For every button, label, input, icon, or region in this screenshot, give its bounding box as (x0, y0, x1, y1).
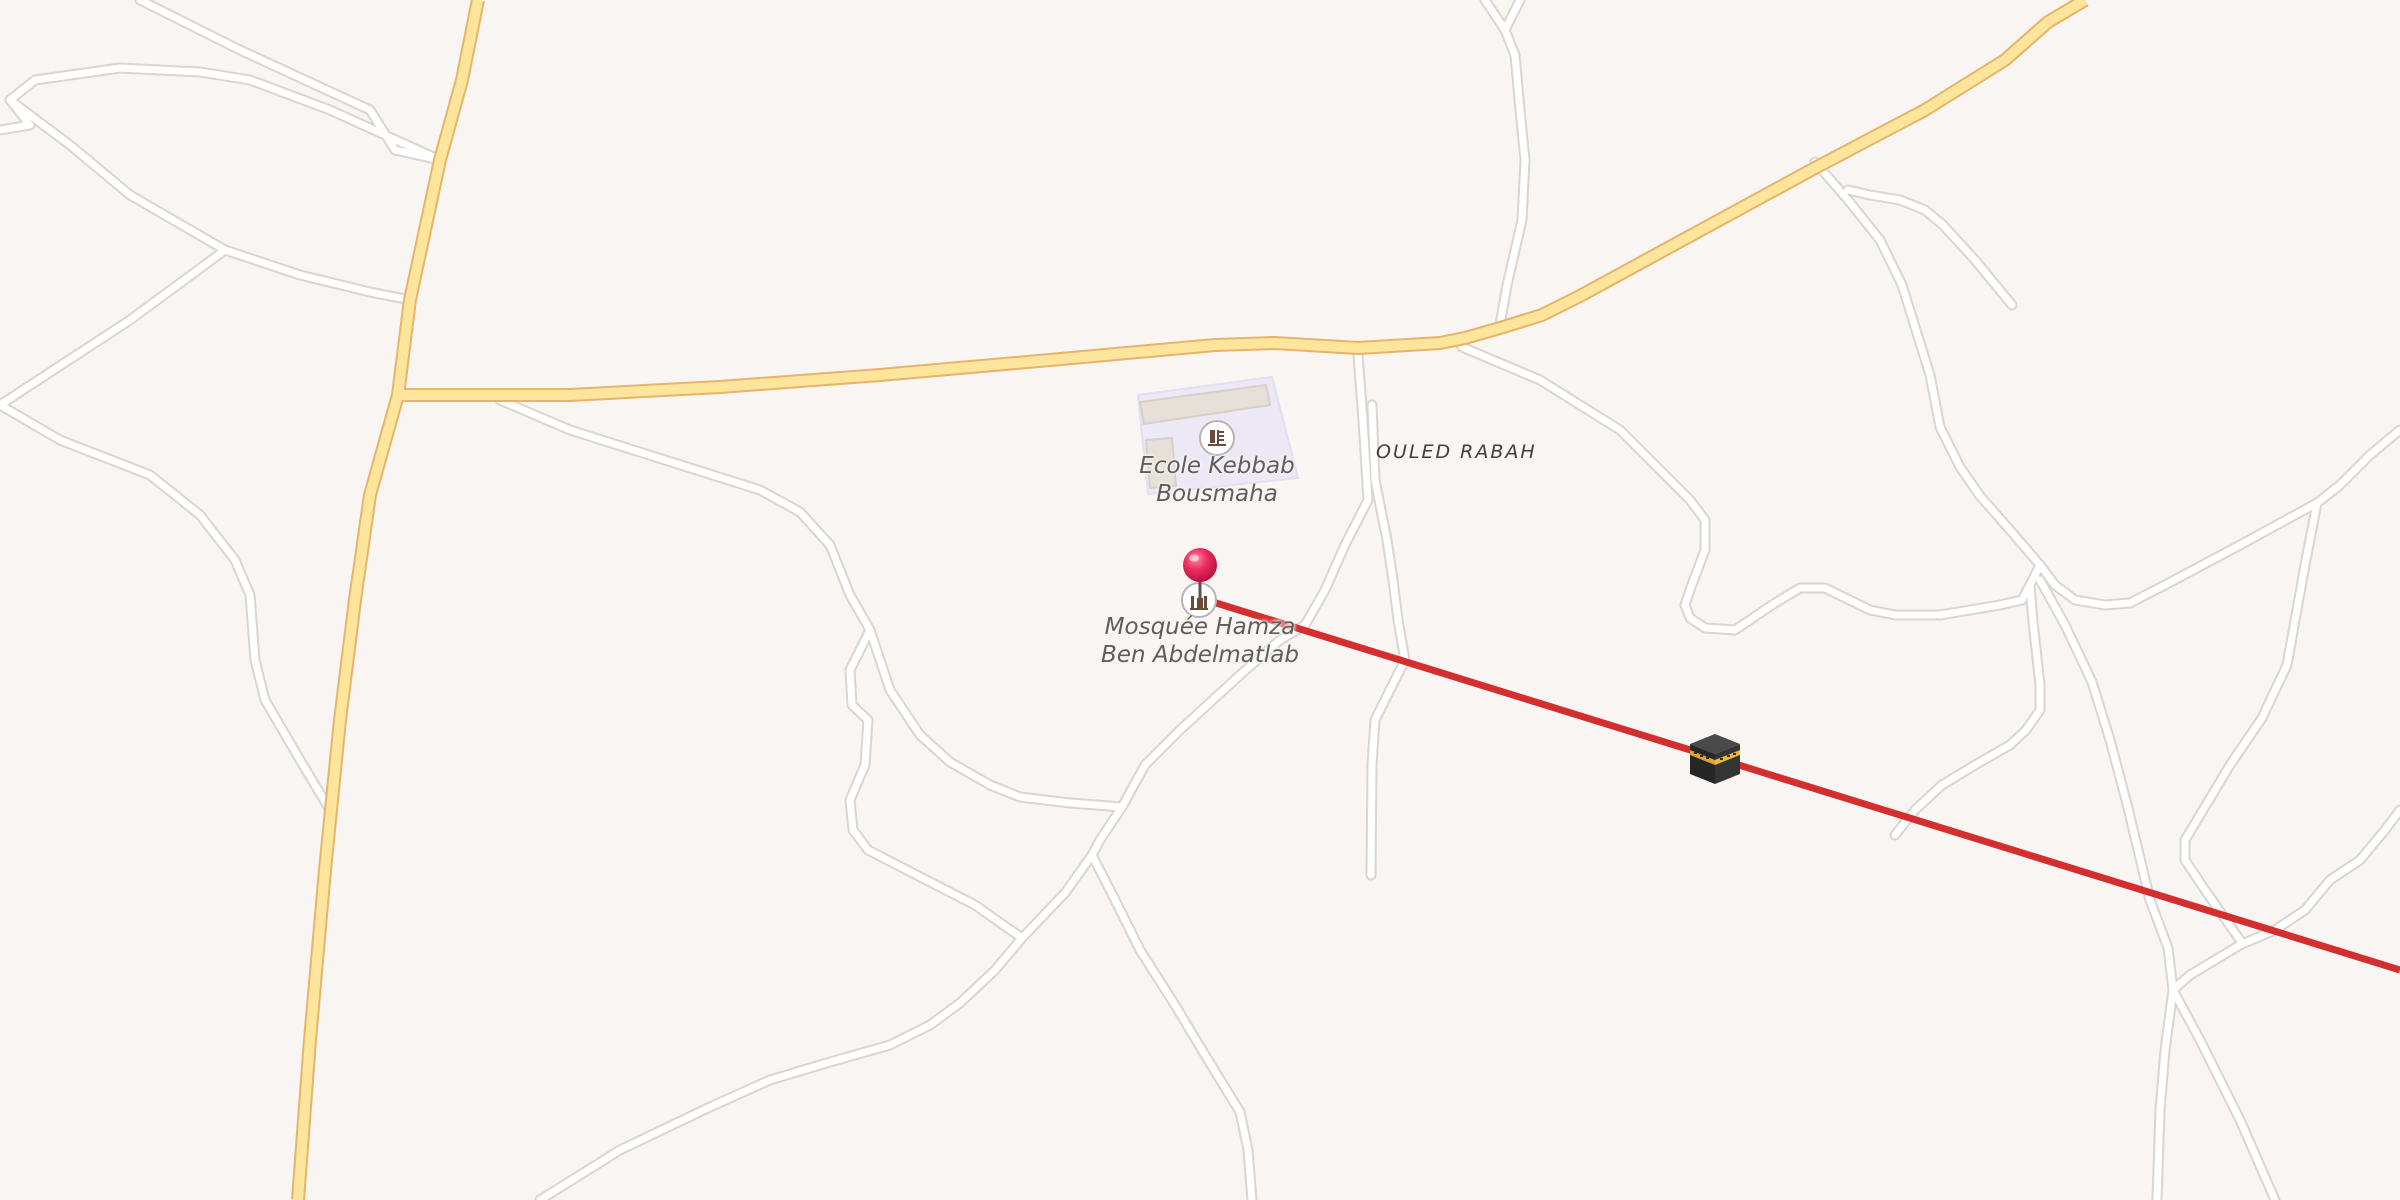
map-canvas[interactable]: Ecole Kebbab Bousmaha OULED RABAH Mosqué… (0, 0, 2400, 1200)
school-name-line1: Ecole Kebbab (1139, 453, 1295, 479)
mosque-name-line1: Mosquée Hamza (1104, 614, 1296, 640)
kaaba-icon[interactable] (1686, 730, 1744, 788)
mosque-name-line2: Ben Abdelmatlab (1101, 642, 1299, 668)
school-icon[interactable] (1199, 420, 1235, 456)
locality-label: OULED RABAH (1376, 441, 1537, 463)
mosque-name-label[interactable]: Mosquée Hamza Ben Abdelmatlab (1090, 613, 1310, 669)
location-pin-icon[interactable] (1180, 546, 1220, 600)
school-name-label[interactable]: Ecole Kebbab Bousmaha (1117, 452, 1317, 508)
school-name-line2: Bousmaha (1156, 481, 1278, 507)
